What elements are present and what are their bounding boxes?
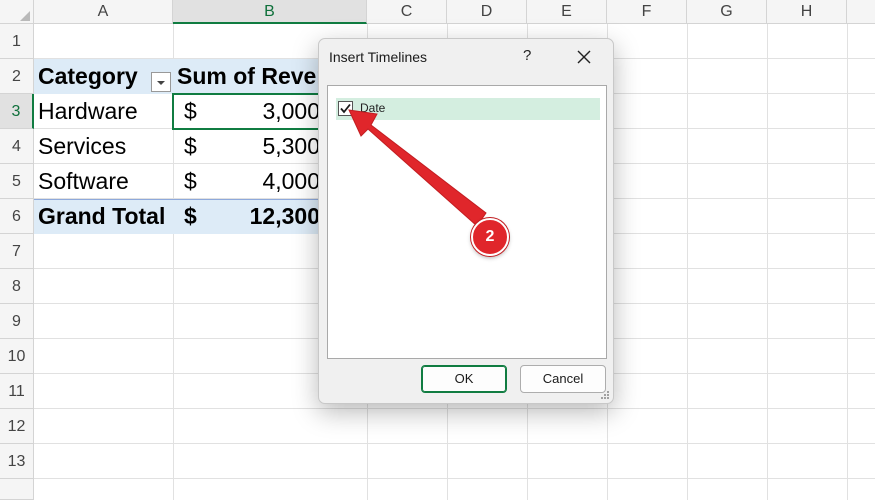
column-header-g[interactable]: G: [687, 0, 767, 24]
row-header-5[interactable]: 5: [0, 164, 34, 199]
column-header-h[interactable]: H: [767, 0, 847, 24]
column-header-a[interactable]: A: [34, 0, 173, 24]
row-header-12[interactable]: 12: [0, 409, 34, 444]
column-header-bar: A B C D E F G H: [0, 0, 875, 24]
row-header-6[interactable]: 6: [0, 199, 34, 234]
select-all-corner[interactable]: [0, 0, 34, 24]
pivot-currency: $: [184, 133, 197, 159]
pivot-row-value[interactable]: 4,000: [210, 164, 320, 199]
checkmark-icon: [340, 103, 351, 114]
resize-grip-icon[interactable]: [600, 390, 610, 400]
timeline-field-list[interactable]: Date: [327, 85, 607, 359]
row-header-1[interactable]: 1: [0, 24, 34, 59]
pivot-row-label[interactable]: Services: [38, 129, 168, 164]
cancel-button[interactable]: Cancel: [520, 365, 606, 393]
row-header-2[interactable]: 2: [0, 59, 34, 94]
active-cell-border: [172, 93, 328, 130]
filter-dropdown-button[interactable]: [151, 72, 171, 92]
row-header-13[interactable]: 13: [0, 444, 34, 479]
chevron-down-icon: [157, 81, 165, 85]
dialog-title: Insert Timelines: [329, 49, 428, 65]
close-icon: [577, 50, 591, 64]
column-header-b[interactable]: B: [173, 0, 367, 24]
pivot-row-label[interactable]: Software: [38, 164, 168, 199]
ok-button[interactable]: OK: [421, 365, 507, 393]
pivot-total-value[interactable]: 12,300: [210, 199, 320, 234]
row-header-7[interactable]: 7: [0, 234, 34, 269]
column-header-e[interactable]: E: [527, 0, 607, 24]
column-header-c[interactable]: C: [367, 0, 447, 24]
date-checkbox[interactable]: [338, 101, 353, 116]
pivot-currency: $: [184, 168, 197, 194]
pivot-row-label[interactable]: Hardware: [38, 94, 168, 129]
row-header-10[interactable]: 10: [0, 339, 34, 374]
pivot-header-category[interactable]: Category: [38, 59, 154, 94]
insert-timelines-dialog: Insert Timelines ? Date OK Cancel: [318, 38, 614, 404]
row-header-14[interactable]: [0, 479, 34, 500]
date-label: Date: [360, 101, 386, 115]
step-badge: 2: [471, 218, 509, 256]
row-header-11[interactable]: 11: [0, 374, 34, 409]
column-header-f[interactable]: F: [607, 0, 687, 24]
row-header-8[interactable]: 8: [0, 269, 34, 304]
pivot-total-label[interactable]: Grand Total: [38, 199, 172, 234]
pivot-header-sum[interactable]: Sum of Reven: [177, 59, 321, 94]
row-header-4[interactable]: 4: [0, 129, 34, 164]
close-button[interactable]: [575, 48, 593, 66]
row-header-3[interactable]: 3: [0, 94, 34, 129]
column-header-d[interactable]: D: [447, 0, 527, 24]
row-header-9[interactable]: 9: [0, 304, 34, 339]
pivot-row-value[interactable]: 5,300: [210, 129, 320, 164]
list-item-date[interactable]: Date: [336, 98, 600, 120]
help-button[interactable]: ?: [523, 47, 531, 64]
pivot-total-currency: $: [184, 203, 197, 229]
